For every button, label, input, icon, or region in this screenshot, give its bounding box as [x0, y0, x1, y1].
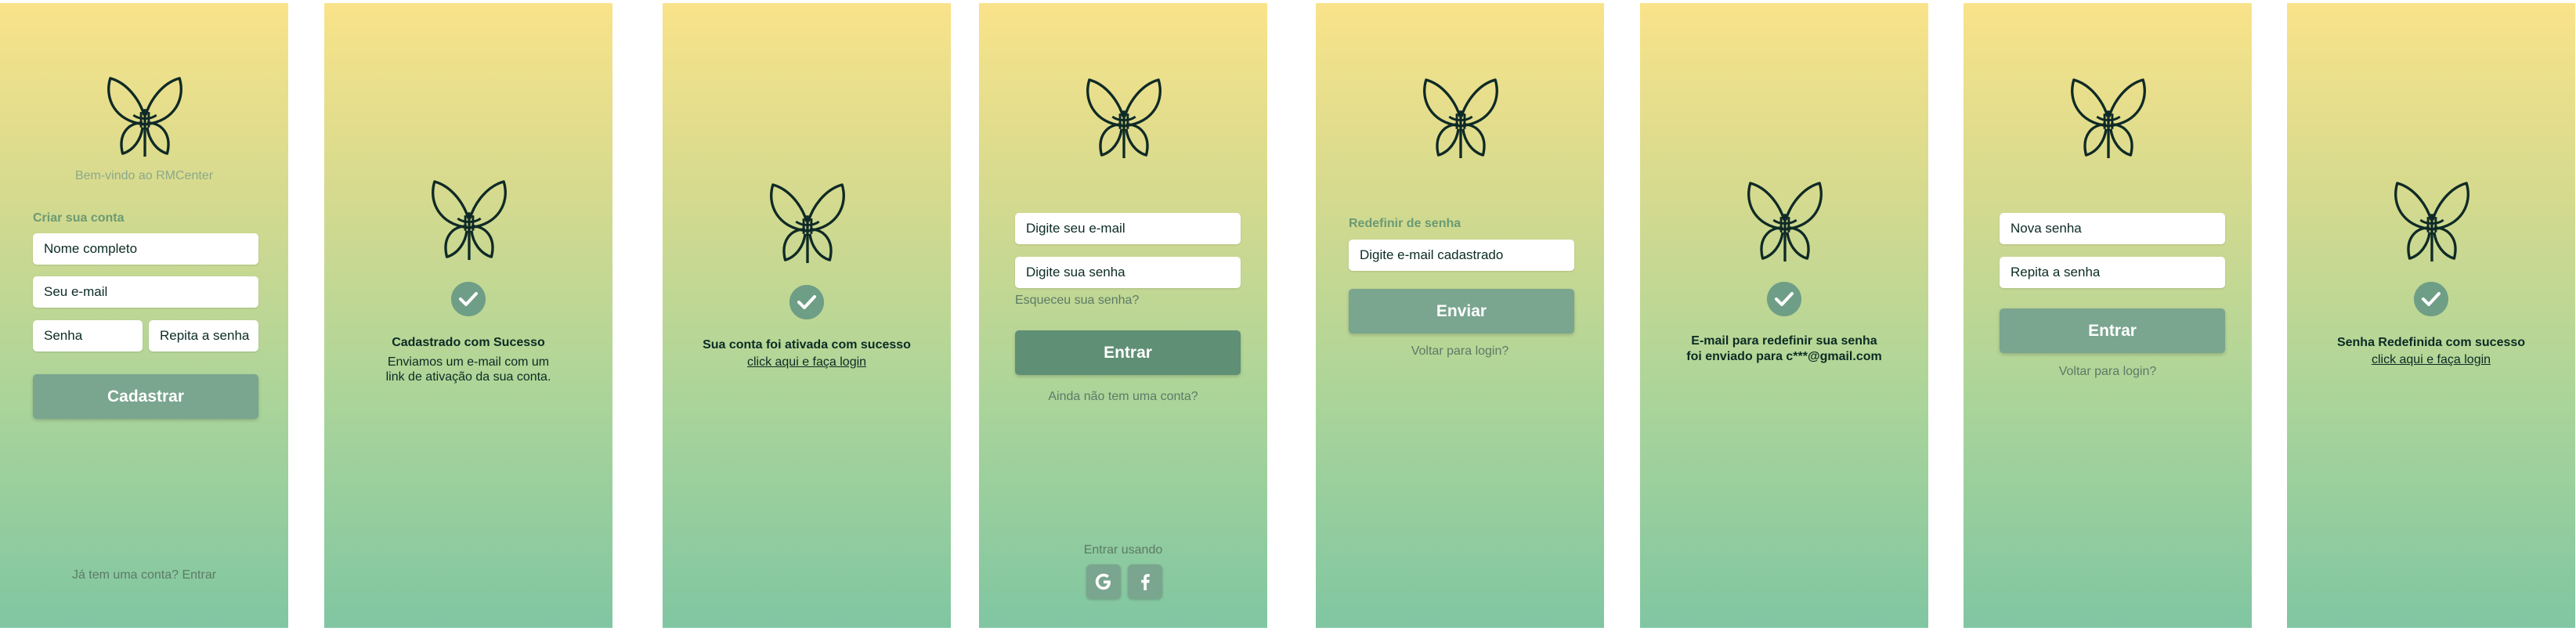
butterfly-logo-icon — [423, 180, 515, 261]
submit-button[interactable]: Entrar — [2000, 308, 2225, 353]
welcome-text: Bem-vindo ao RMCenter — [74, 169, 214, 182]
check-icon — [1765, 280, 1803, 318]
signup-success-screen: Cadastrado com Sucesso Enviamos um e-mai… — [324, 3, 612, 628]
section-title: Criar sua conta — [33, 211, 125, 225]
butterfly-logo-icon — [2062, 78, 2155, 160]
reset-sent-line1: E-mail para redefinir sua senha — [1691, 334, 1877, 348]
success-body-line2: link de ativação da sua conta. — [385, 370, 551, 384]
reset-success-title: Senha Redefinida com sucesso — [2336, 336, 2526, 349]
success-body-line1: Enviamos um e-mail com um — [387, 355, 550, 369]
password-field[interactable]: Senha — [33, 320, 143, 352]
signup-link[interactable]: Ainda não tem uma conta? — [979, 390, 1267, 404]
success-title: Cadastrado com Sucesso — [392, 336, 545, 349]
reset-sent-line2: foi enviado para c***@gmail.com — [1686, 350, 1882, 363]
email-field[interactable]: Digite seu e-mail — [1015, 213, 1241, 244]
butterfly-logo-icon — [761, 183, 854, 265]
google-icon[interactable] — [1086, 564, 1121, 599]
facebook-icon[interactable] — [1128, 564, 1162, 599]
repeat-password-field[interactable]: Repita a senha — [149, 320, 258, 352]
social-login-label: Entrar usando — [1083, 543, 1163, 557]
new-password-screen: Nova senha Repita a senha Entrar Voltar … — [1964, 3, 2252, 628]
repeat-password-field[interactable]: Repita a senha — [2000, 257, 2225, 288]
check-icon — [2412, 280, 2450, 318]
reset-success-screen: Senha Redefinida com sucesso click aqui … — [2287, 3, 2575, 628]
reset-email-sent-screen: E-mail para redefinir sua senha foi envi… — [1640, 3, 1928, 628]
forgot-password-link[interactable]: Esqueceu sua senha? — [1015, 294, 1139, 308]
back-to-login-link[interactable]: Voltar para login? — [1316, 344, 1604, 359]
email-field[interactable]: Seu e-mail — [33, 276, 258, 308]
check-icon — [450, 280, 487, 318]
send-button[interactable]: Enviar — [1349, 289, 1574, 334]
login-screen: Digite seu e-mail Digite sua senha Esque… — [979, 3, 1267, 628]
password-field[interactable]: Digite sua senha — [1015, 257, 1241, 288]
signup-screen: Bem-vindo ao RMCenter Criar sua conta No… — [0, 3, 288, 628]
butterfly-logo-icon — [1739, 182, 1831, 263]
login-link[interactable]: Já tem uma conta? Entrar — [0, 568, 288, 582]
reset-request-screen: Redefinir de senha Digite e-mail cadastr… — [1316, 3, 1604, 628]
back-to-login-link[interactable]: Voltar para login? — [1964, 365, 2252, 379]
activation-title: Sua conta foi ativada com sucesso — [703, 338, 911, 352]
check-icon — [788, 283, 826, 321]
new-password-field[interactable]: Nova senha — [2000, 213, 2225, 244]
section-title: Redefinir de senha — [1349, 217, 1461, 230]
activation-success-screen: Sua conta foi ativada com sucesso click … — [663, 3, 951, 628]
login-link[interactable]: click aqui e faça login — [663, 355, 951, 370]
butterfly-logo-icon — [99, 77, 191, 158]
signup-button[interactable]: Cadastrar — [33, 374, 258, 419]
login-button[interactable]: Entrar — [1015, 330, 1241, 375]
butterfly-logo-icon — [1078, 78, 1170, 160]
email-field[interactable]: Digite e-mail cadastrado — [1349, 240, 1574, 271]
butterfly-logo-icon — [2386, 182, 2478, 263]
login-link[interactable]: click aqui e faça login — [2287, 353, 2575, 367]
name-field[interactable]: Nome completo — [33, 233, 258, 265]
butterfly-logo-icon — [1414, 78, 1507, 160]
